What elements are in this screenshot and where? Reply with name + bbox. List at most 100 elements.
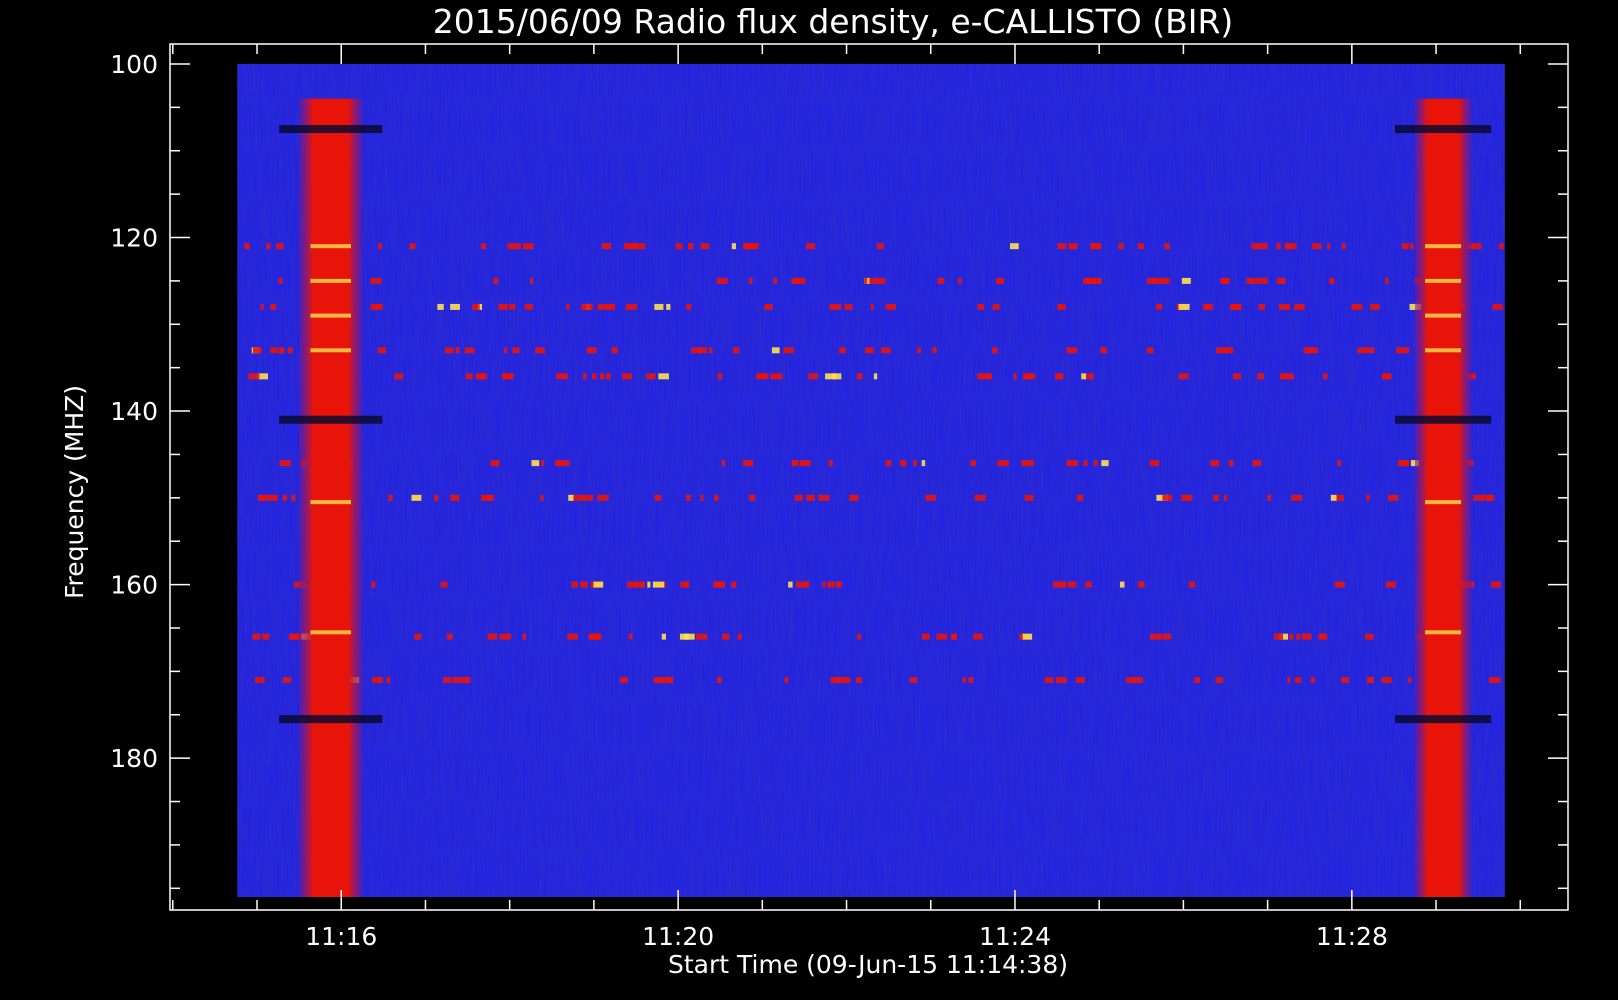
- rfi-spot: [1337, 460, 1342, 467]
- rfi-spot: [455, 677, 468, 684]
- rfi-spot: [864, 277, 868, 284]
- rfi-spot: [1162, 494, 1173, 501]
- rfi-spot: [1118, 243, 1124, 250]
- rfi-spot: [531, 460, 540, 467]
- rfi-spot: [646, 373, 653, 380]
- rfi-spot: [1408, 677, 1412, 684]
- rfi-spot: [1083, 460, 1088, 467]
- rfi-spot: [784, 677, 789, 684]
- rfi-spot: [1057, 303, 1061, 310]
- burst-dark-band: [279, 415, 383, 424]
- rfi-spot: [541, 460, 545, 467]
- rfi-spot: [791, 460, 799, 467]
- rfi-spot: [254, 677, 265, 684]
- rfi-spot: [1329, 277, 1335, 284]
- rfi-spot: [504, 347, 508, 354]
- rfi-spot: [377, 347, 387, 354]
- rfi-spot: [597, 494, 609, 501]
- rfi-spot: [876, 243, 885, 250]
- y-tick-label: 180: [110, 744, 158, 773]
- rfi-spot: [1341, 581, 1345, 588]
- y-tick-label: 100: [110, 50, 158, 79]
- rfi-spot: [1252, 460, 1262, 467]
- rfi-spot: [1388, 677, 1392, 684]
- rfi-spot: [822, 581, 826, 588]
- rfi-spot: [252, 633, 261, 640]
- rfi-spot: [828, 460, 833, 467]
- rfi-spot: [909, 677, 918, 684]
- rfi-spot: [732, 347, 740, 354]
- y-tick-label: 140: [110, 397, 158, 426]
- rfi-spot: [1156, 303, 1163, 310]
- y-axis-label: Frequency (MHZ): [60, 385, 89, 599]
- rfi-spot: [472, 303, 480, 310]
- rfi-spot: [485, 494, 494, 501]
- burst-bright-row: [310, 348, 351, 353]
- rfi-spot: [794, 494, 803, 501]
- rfi-spot: [502, 373, 511, 380]
- rfi-spot: [1251, 243, 1259, 250]
- rfi-spot: [282, 494, 288, 501]
- rfi-spot: [1067, 581, 1077, 588]
- rfi-spot: [1181, 277, 1191, 284]
- rfi-spot: [653, 677, 664, 684]
- rfi-spot: [597, 303, 607, 310]
- rfi-spot: [700, 243, 710, 250]
- rfi-spot: [260, 303, 264, 310]
- rfi-spot: [581, 494, 593, 501]
- rfi-spot: [507, 243, 515, 250]
- rfi-spot: [1336, 494, 1344, 501]
- rfi-spot: [717, 373, 723, 380]
- rfi-spot: [278, 277, 283, 284]
- rfi-spot: [1289, 633, 1294, 640]
- rfi-spot: [913, 460, 917, 467]
- rfi-spot: [1488, 677, 1501, 684]
- rfi-spot: [620, 677, 628, 684]
- rfi-spot: [799, 460, 811, 467]
- rfi-spot: [270, 347, 278, 354]
- rfi-spot: [722, 633, 730, 640]
- rfi-spot: [950, 633, 958, 640]
- rfi-spot: [480, 243, 487, 250]
- rfi-spot: [437, 303, 444, 310]
- rfi-spot: [715, 581, 725, 588]
- rfi-spot: [1149, 460, 1160, 467]
- rfi-spot: [857, 633, 862, 640]
- rfi-spot: [633, 243, 646, 250]
- rfi-spot: [995, 277, 1004, 284]
- rfi-spot: [628, 633, 633, 640]
- rfi-spot: [1224, 347, 1234, 354]
- rfi-spot: [508, 303, 516, 310]
- rfi-spot: [1385, 277, 1389, 284]
- rfi-spot: [522, 633, 527, 640]
- rfi-spot: [708, 347, 713, 354]
- rfi-spot: [881, 347, 891, 354]
- rfi-spot: [1162, 633, 1172, 640]
- rfi-spot: [849, 494, 856, 501]
- rfi-spot: [278, 347, 283, 354]
- rfi-spot: [856, 373, 863, 380]
- rfi-spot: [1341, 677, 1350, 684]
- rfi-spot: [808, 373, 818, 380]
- rfi-spot: [291, 494, 296, 501]
- rfi-spot: [490, 460, 500, 467]
- burst-bright-row: [1425, 244, 1462, 249]
- rfi-spot: [1055, 373, 1064, 380]
- rfi-spot: [936, 633, 948, 640]
- rfi-spot: [1276, 277, 1282, 284]
- rfi-spot: [479, 373, 488, 380]
- rfi-spot: [743, 243, 755, 250]
- burst-bright-row: [1425, 278, 1462, 283]
- rfi-spot: [606, 373, 611, 380]
- rfi-spot: [973, 633, 983, 640]
- rfi-spot: [925, 494, 936, 501]
- rfi-spot: [581, 303, 593, 310]
- spectrogram-figure: 2015/06/09 Radio flux density, e-CALLIST…: [60, 2, 1569, 979]
- burst-bright-row: [310, 500, 351, 505]
- rfi-spot: [1279, 303, 1291, 310]
- rfi-spot: [1257, 373, 1264, 380]
- rfi-spot: [1330, 494, 1337, 501]
- rfi-spot: [1076, 494, 1084, 501]
- rfi-spot: [1381, 677, 1389, 684]
- burst-bright-row: [310, 313, 351, 318]
